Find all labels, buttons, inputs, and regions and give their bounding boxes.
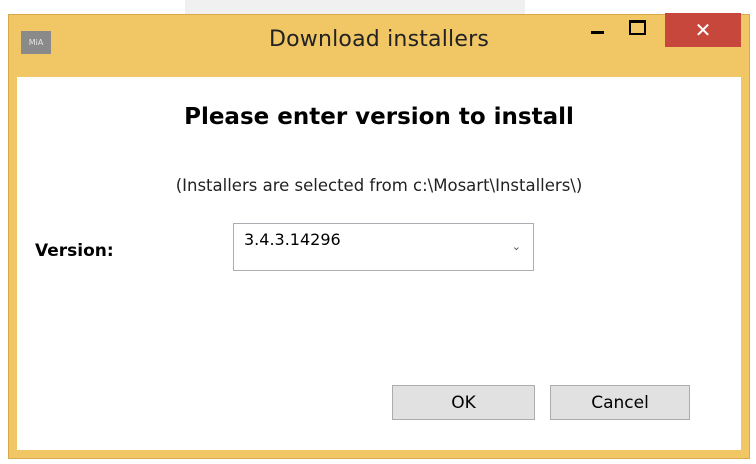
maximize-button[interactable] <box>619 15 655 48</box>
cancel-button[interactable]: Cancel <box>550 385 690 420</box>
installers-path-note: (Installers are selected from c:\Mosart\… <box>175 176 583 195</box>
minimize-button[interactable] <box>579 15 615 48</box>
version-label: Version: <box>35 241 114 261</box>
download-installers-window: MiA Download installers ✕ Please enter v… <box>8 13 750 459</box>
maximize-icon <box>628 20 646 35</box>
title-bar[interactable]: MiA Download installers ✕ <box>9 13 749 77</box>
dialog-content: Please enter version to install (Install… <box>17 77 741 450</box>
background-window-strip <box>185 0 525 14</box>
ok-button[interactable]: OK <box>392 385 535 420</box>
chevron-down-icon[interactable]: ⌄ <box>512 240 521 253</box>
minimize-icon <box>590 31 604 34</box>
close-button[interactable]: ✕ <box>665 13 741 47</box>
dialog-heading: Please enter version to install <box>184 104 574 130</box>
version-dropdown[interactable]: 3.4.3.14296 ⌄ <box>233 223 534 271</box>
version-value: 3.4.3.14296 <box>244 230 341 249</box>
close-icon: ✕ <box>694 18 712 42</box>
